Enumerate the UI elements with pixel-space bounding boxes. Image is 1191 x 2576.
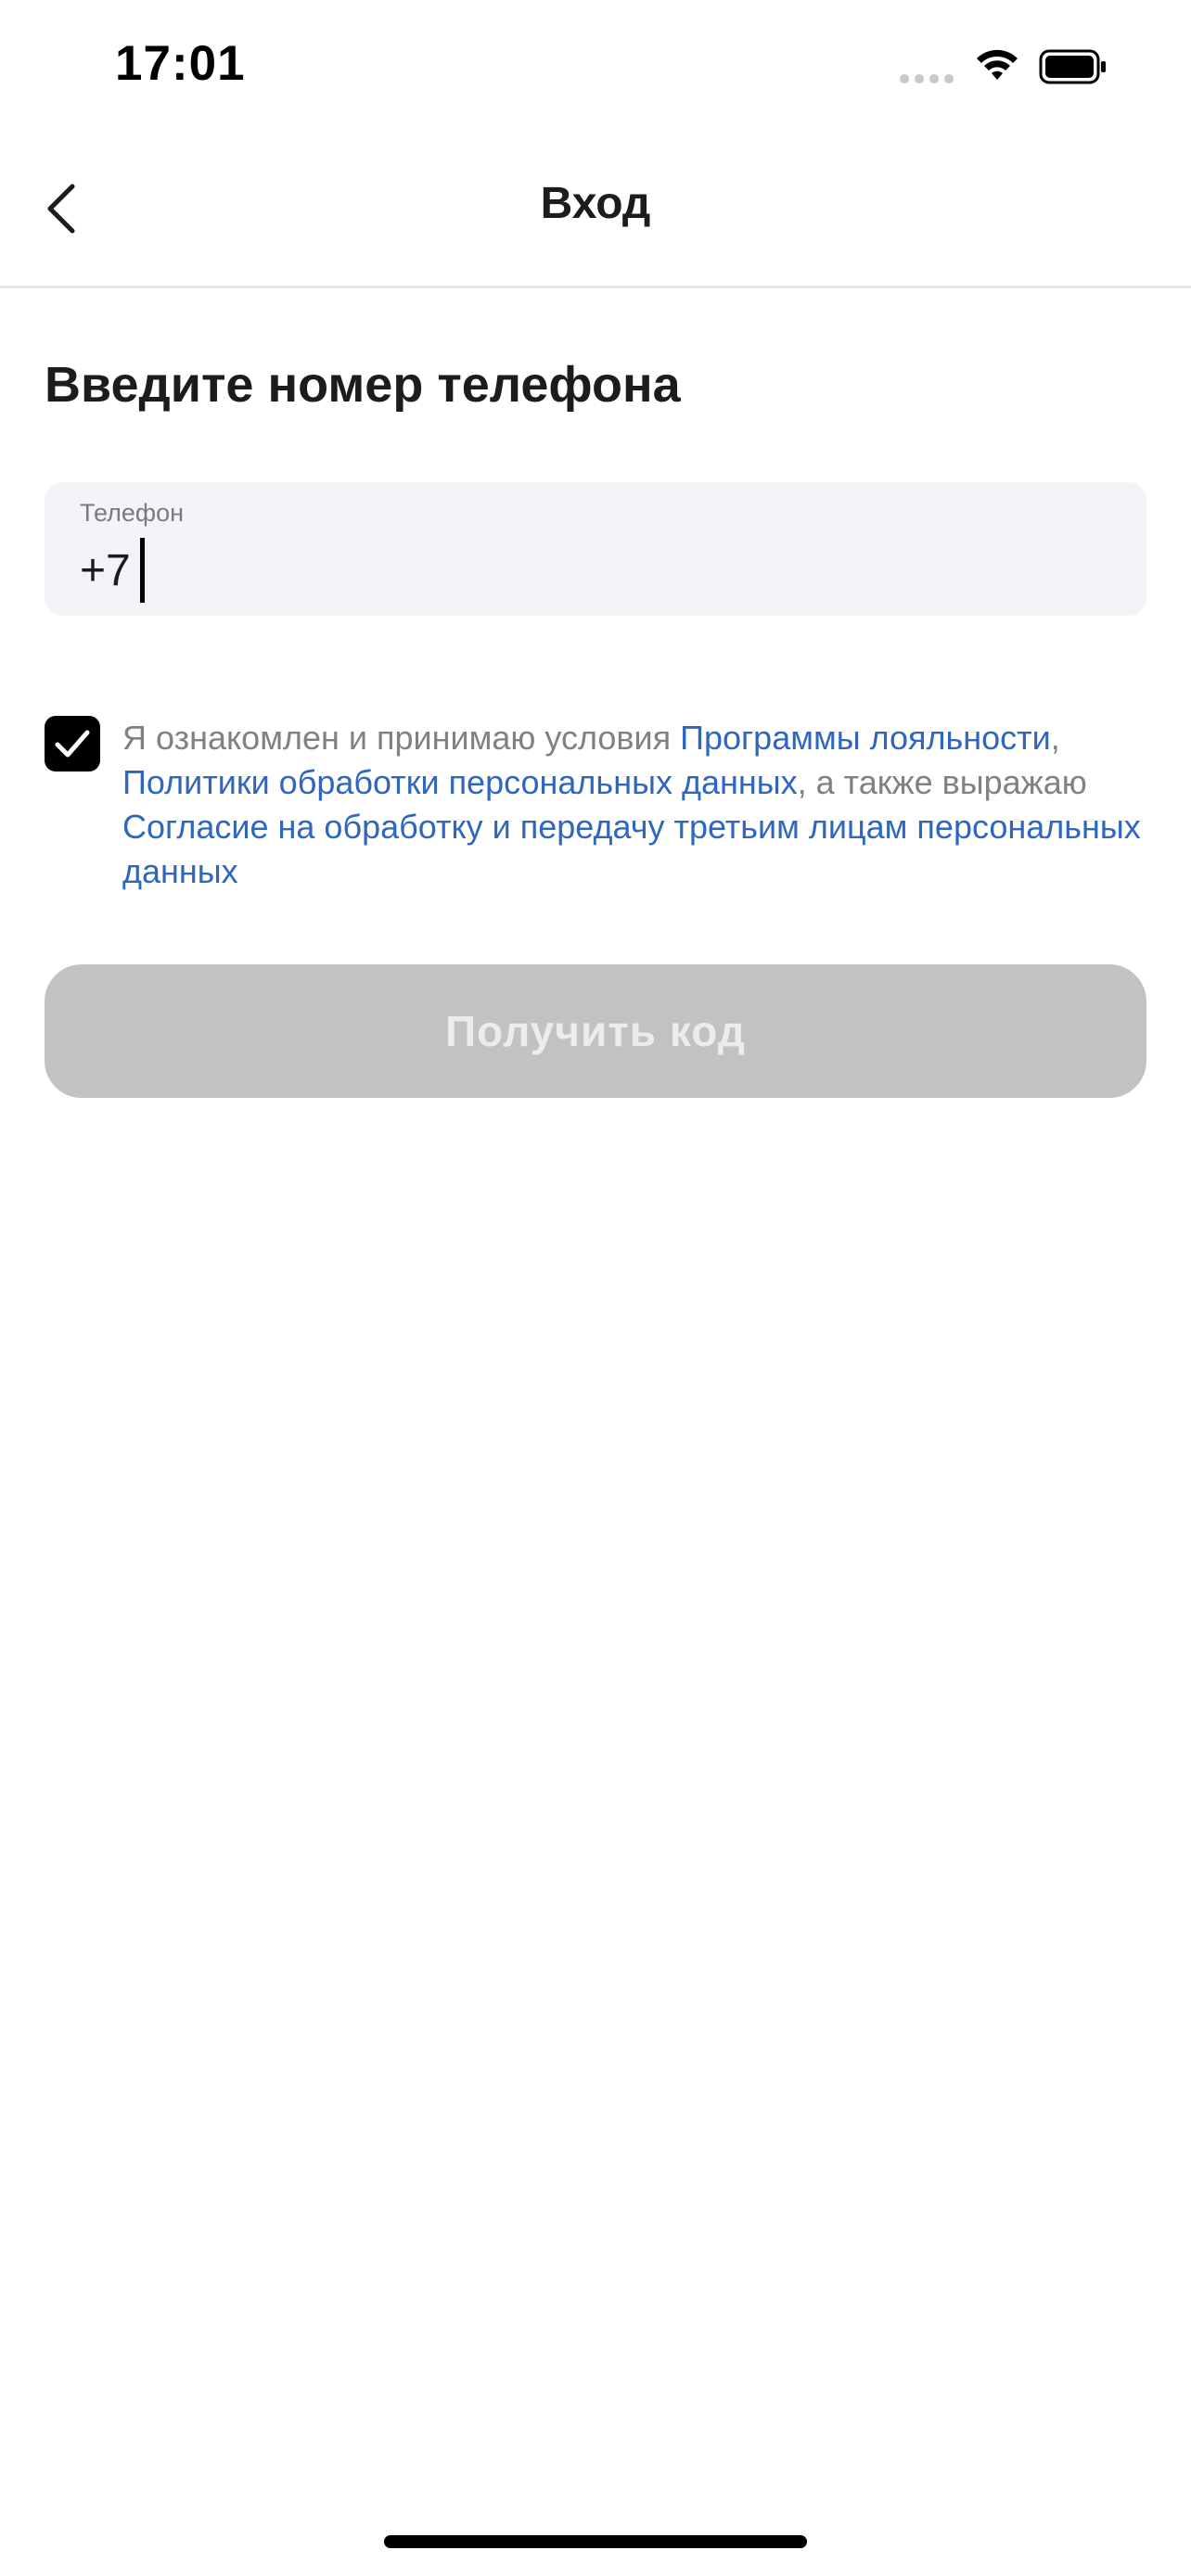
cellular-signal-icon (900, 74, 954, 83)
privacy-policy-link[interactable]: Политики обработки персональных данных (122, 763, 798, 801)
home-indicator (384, 2535, 807, 2548)
phone-field[interactable]: Телефон +7 (45, 482, 1146, 616)
loyalty-program-link[interactable]: Программы лояльности (680, 719, 1051, 757)
consent-block: Я ознакомлен и принимаю условия Программ… (45, 716, 1146, 894)
navigation-bar: Вход (0, 130, 1191, 288)
status-time: 17:01 (115, 36, 246, 91)
page-title: Вход (540, 179, 651, 228)
phone-heading: Введите номер телефона (45, 357, 681, 413)
phone-value: +7 (80, 545, 131, 595)
wifi-icon (977, 49, 1018, 80)
phone-input[interactable]: +7 (80, 538, 145, 603)
consent-text-part: Я ознакомлен и принимаю условия (122, 719, 681, 757)
get-code-button[interactable]: Получить код (45, 964, 1146, 1098)
data-consent-link[interactable]: Согласие на обработку и передачу третьим… (122, 808, 1141, 890)
phone-label: Телефон (80, 499, 185, 527)
checkmark-icon (55, 730, 90, 758)
consent-checkbox[interactable] (45, 716, 100, 772)
consent-text-part: , а также выражаю (797, 763, 1087, 801)
consent-text-part: , (1050, 719, 1060, 757)
text-cursor (139, 538, 145, 603)
consent-text: Я ознакомлен и принимаю условия Программ… (122, 716, 1146, 894)
battery-icon (1039, 49, 1106, 84)
status-bar: 17:01 (0, 0, 1191, 130)
